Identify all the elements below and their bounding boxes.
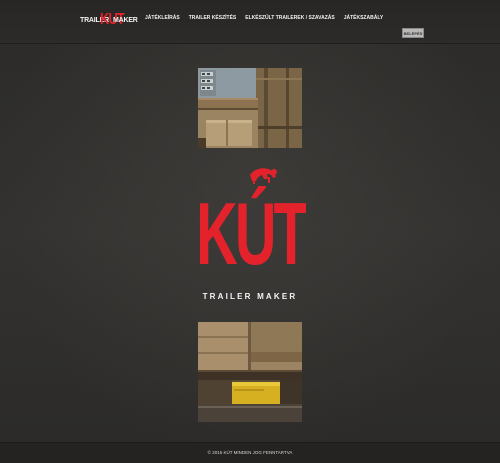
nav-item-trailers-voting[interactable]: ELKÉSZÜLT TRAILEREK / SZAVAZÁS: [245, 15, 334, 21]
nav-item-game-description[interactable]: JÁTÉKLEÍRÁS: [145, 15, 180, 21]
hero-subtitle: TRAILER MAKER: [202, 292, 298, 301]
hero-title: KÚT: [196, 165, 311, 285]
top-photo: [198, 68, 302, 148]
logo-text-right: MAKER: [113, 17, 138, 24]
nav-item-trailer-making[interactable]: TRAILER KÉSZÍTÉS: [189, 15, 237, 21]
bottom-photo: [198, 322, 302, 422]
main-nav: JÁTÉKLEÍRÁS TRAILER KÉSZÍTÉS ELKÉSZÜLT T…: [145, 15, 392, 21]
footer-copyright: © 2015 KÚT MINDEN JOG FENNTARTVA: [207, 450, 293, 455]
hero-title-graphic: KÚT: [196, 168, 311, 283]
top-photo-image: [198, 68, 302, 148]
site-footer: © 2015 KÚT MINDEN JOG FENNTARTVA: [0, 442, 500, 463]
hero-title-text: KÚT: [196, 185, 306, 283]
site-header: TRAILER KUT MAKER JÁTÉKLEÍRÁS TRAILER KÉ…: [0, 0, 500, 44]
nav-item-game-rules[interactable]: JÁTÉKSZABÁLY: [344, 15, 384, 21]
bottom-photo-image: [198, 322, 302, 422]
site-logo[interactable]: TRAILER KUT MAKER: [80, 8, 138, 32]
crawling-figure-icon: [250, 168, 277, 184]
login-button[interactable]: BELÉPÉS: [402, 28, 424, 38]
